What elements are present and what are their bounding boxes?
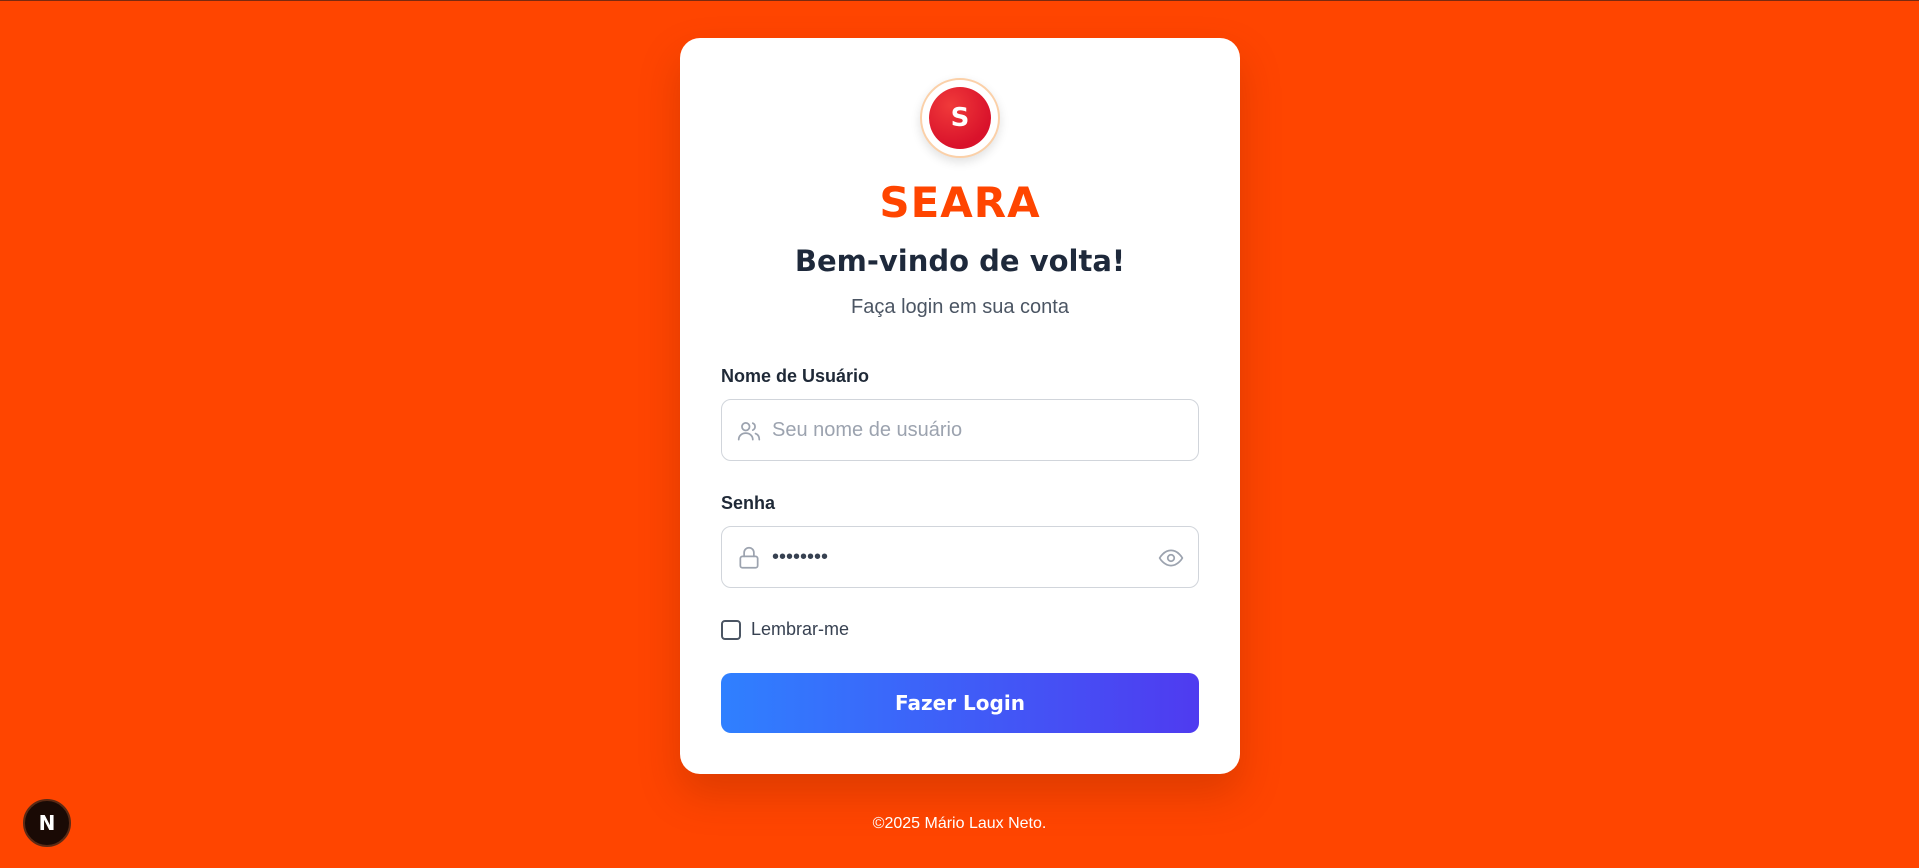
top-border	[0, 0, 1919, 1]
login-button[interactable]: Fazer Login	[721, 673, 1199, 733]
password-input[interactable]	[772, 527, 1142, 587]
remember-label: Lembrar-me	[751, 619, 850, 639]
lock-icon	[736, 545, 762, 571]
login-card: S SEARA Bem-vindo de volta! Faça login e…	[680, 38, 1240, 774]
brand-title: SEARA	[879, 178, 1041, 227]
dev-tools-badge[interactable]: N	[23, 799, 71, 847]
logo: S	[920, 78, 1000, 158]
username-field[interactable]	[721, 399, 1199, 461]
username-label: Nome de Usuário	[721, 366, 870, 386]
page-title: Bem-vindo de volta!	[794, 244, 1126, 278]
footer-copyright: ©2025 Mário Laux Neto.	[872, 815, 1047, 832]
username-input[interactable]	[772, 400, 1142, 460]
remember-checkbox[interactable]	[721, 619, 741, 640]
page-subtitle: Faça login em sua conta	[851, 296, 1069, 318]
password-label: Senha	[721, 493, 776, 513]
eye-icon[interactable]	[1158, 545, 1184, 571]
users-icon	[736, 418, 762, 444]
password-field[interactable]	[721, 526, 1199, 588]
logo-badge: S	[929, 87, 991, 149]
remember-me[interactable]: Lembrar-me	[721, 619, 849, 640]
